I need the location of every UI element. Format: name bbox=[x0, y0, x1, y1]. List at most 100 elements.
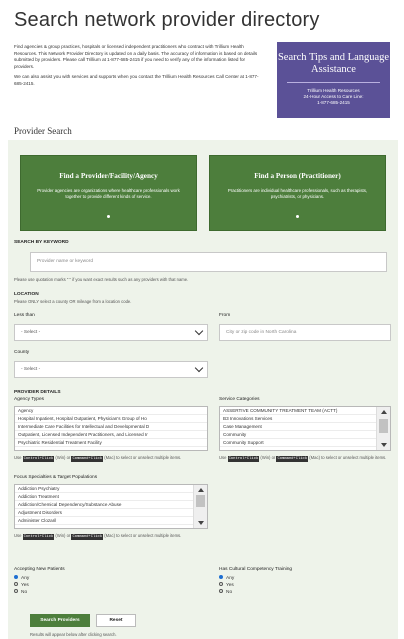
list-item[interactable]: Administer Clozaril bbox=[15, 517, 207, 525]
provider-search-panel: Find a Provider/Facility/Agency Provider… bbox=[8, 140, 398, 639]
radio-label: No bbox=[226, 590, 233, 595]
command-click-key: Command+Click bbox=[71, 534, 104, 540]
card-dot-icon bbox=[296, 215, 299, 218]
help-mac: (Mac) to select or unselect multiple ite… bbox=[104, 455, 182, 460]
list-item[interactable]: Community bbox=[220, 431, 390, 439]
list-item[interactable]: ASSERTIVE COMMUNITY TREATMENT TEAM (ACTT… bbox=[220, 407, 390, 415]
provider-search-title: Provider Search bbox=[14, 126, 72, 136]
chevron-down-icon bbox=[194, 363, 204, 373]
radio-checked-icon bbox=[219, 574, 223, 579]
county-label: County bbox=[14, 350, 30, 355]
command-click-key: Command+Click bbox=[71, 456, 104, 462]
radio-label: Any bbox=[21, 576, 30, 581]
list-item[interactable]: Hospital Inpatient, Hospital Outpatient,… bbox=[15, 415, 207, 423]
list-item[interactable]: Intermediate Care Facilities for Intelle… bbox=[15, 423, 207, 431]
page-title: Search network provider directory bbox=[14, 9, 320, 31]
search-tips-box[interactable]: Search Tips and Language Assistance Tril… bbox=[277, 42, 390, 118]
card-dot-icon bbox=[107, 215, 110, 218]
scroll-down-icon[interactable] bbox=[381, 443, 387, 447]
results-note: Results will appear below after clicking… bbox=[30, 632, 117, 637]
scroll-up-icon[interactable] bbox=[198, 488, 204, 492]
scrollbar-thumb[interactable] bbox=[379, 419, 388, 433]
radio-icon bbox=[14, 581, 18, 586]
radio-label: Yes bbox=[21, 583, 29, 588]
keyword-label: SEARCH BY KEYWORD bbox=[14, 240, 69, 245]
divider bbox=[287, 82, 380, 83]
help-mac: (Mac) to select or unselect multiple ite… bbox=[104, 533, 182, 538]
control-click-key: Control+Click bbox=[22, 534, 55, 540]
scrollbar[interactable] bbox=[376, 407, 390, 450]
service-categories-label: Service Categories bbox=[219, 397, 260, 402]
scroll-down-icon[interactable] bbox=[198, 521, 204, 525]
list-item[interactable]: Community Support bbox=[220, 439, 390, 447]
list-item[interactable]: Case Management bbox=[220, 423, 390, 431]
accepting-label: Accepting New Patients bbox=[14, 567, 65, 572]
help-use: Use bbox=[219, 455, 227, 460]
control-click-key: Control+Click bbox=[22, 456, 55, 462]
list-item[interactable]: B3 Innovations Services bbox=[220, 415, 390, 423]
keyword-placeholder: Provider name or keyword bbox=[37, 259, 93, 264]
find-agency-card[interactable]: Find a Provider/Facility/Agency Provider… bbox=[20, 155, 197, 231]
radio-label: Any bbox=[226, 576, 235, 581]
list-item[interactable]: Outpatient, Licensed Independent Practit… bbox=[15, 431, 207, 439]
intro-paragraph: We can also assist you with services and… bbox=[14, 74, 259, 86]
keyword-input[interactable]: Provider name or keyword bbox=[30, 252, 387, 272]
radio-icon bbox=[219, 588, 223, 593]
agency-types-listbox[interactable]: Agency Hospital Inpatient, Hospital Outp… bbox=[14, 406, 208, 451]
agency-types-help: Use Control+Click (Win) or Command+Click… bbox=[14, 455, 214, 462]
intro-text: Find agencies & group practices, hospita… bbox=[14, 44, 266, 92]
less-than-value: - Select - bbox=[21, 330, 41, 335]
less-than-select[interactable]: - Select - bbox=[14, 324, 208, 341]
less-than-label: Less than bbox=[14, 313, 35, 318]
service-categories-help: Use Control+Click (Win) or Command+Click… bbox=[219, 455, 395, 462]
help-win-or: (Win) or bbox=[260, 455, 276, 460]
provider-details-label: PROVIDER DETAILS bbox=[14, 390, 61, 395]
intro-paragraph: Find agencies & group practices, hospita… bbox=[14, 44, 258, 69]
chevron-down-icon bbox=[194, 326, 204, 336]
scrollbar[interactable] bbox=[193, 485, 207, 528]
from-input[interactable]: City or zip code in North Carolina bbox=[219, 324, 391, 341]
from-label: From bbox=[219, 313, 231, 318]
location-label: LOCATION bbox=[14, 292, 39, 297]
find-agency-desc: Provider agencies are organizations wher… bbox=[37, 188, 180, 200]
focus-listbox[interactable]: Addiction Psychiatry Addiction Treatment… bbox=[14, 484, 208, 529]
list-item[interactable]: Addiction Psychiatry bbox=[15, 485, 207, 493]
scrollbar-thumb[interactable] bbox=[196, 495, 205, 507]
cultural-radio-no[interactable]: No bbox=[219, 588, 233, 596]
county-select[interactable]: - Select - bbox=[14, 361, 208, 378]
list-item[interactable]: Addiction/Chemical Dependency/Substance … bbox=[15, 501, 207, 509]
radio-icon bbox=[219, 581, 223, 586]
help-win-or: (Win) or bbox=[55, 533, 71, 538]
radio-label: No bbox=[21, 590, 28, 595]
tips-phone[interactable]: 1-877-685-2415 bbox=[277, 100, 390, 106]
help-mac: (Mac) to select or unselect multiple ite… bbox=[309, 455, 387, 460]
accepting-radio-no[interactable]: No bbox=[14, 588, 28, 596]
accepting-radio-any[interactable]: Any bbox=[14, 574, 30, 582]
find-person-card[interactable]: Find a Person (Practitioner) Practitione… bbox=[209, 155, 386, 231]
cultural-radio-any[interactable]: Any bbox=[219, 574, 235, 582]
focus-help: Use Control+Click (Win) or Command+Click… bbox=[14, 533, 214, 540]
help-win-or: (Win) or bbox=[55, 455, 71, 460]
help-use: Use bbox=[14, 455, 22, 460]
control-click-key: Control+Click bbox=[227, 456, 260, 462]
focus-label: Focus Specialties & Target Populations bbox=[14, 475, 98, 480]
reset-button[interactable]: Reset bbox=[96, 614, 136, 627]
radio-icon bbox=[14, 588, 18, 593]
help-use: Use bbox=[14, 533, 22, 538]
list-item[interactable]: Psychiatric Residential Treatment Facili… bbox=[15, 439, 207, 447]
find-person-title: Find a Person (Practitioner) bbox=[254, 172, 341, 180]
agency-types-label: Agency Types bbox=[14, 397, 45, 402]
list-item[interactable]: Addiction Treatment bbox=[15, 493, 207, 501]
county-value: - Select - bbox=[21, 367, 41, 372]
accepting-radio-yes[interactable]: Yes bbox=[14, 581, 29, 589]
list-item[interactable]: Agency bbox=[15, 407, 207, 415]
radio-label: Yes bbox=[226, 583, 234, 588]
search-providers-button[interactable]: Search Providers bbox=[30, 614, 90, 627]
list-item[interactable]: Adjustment Disorders bbox=[15, 509, 207, 517]
from-placeholder: City or zip code in North Carolina bbox=[226, 330, 297, 335]
service-categories-listbox[interactable]: ASSERTIVE COMMUNITY TREATMENT TEAM (ACTT… bbox=[219, 406, 391, 451]
scroll-up-icon[interactable] bbox=[381, 410, 387, 414]
search-tips-title[interactable]: Search Tips and Language Assistance bbox=[277, 52, 390, 76]
cultural-radio-yes[interactable]: Yes bbox=[219, 581, 234, 589]
radio-checked-icon bbox=[14, 574, 18, 579]
